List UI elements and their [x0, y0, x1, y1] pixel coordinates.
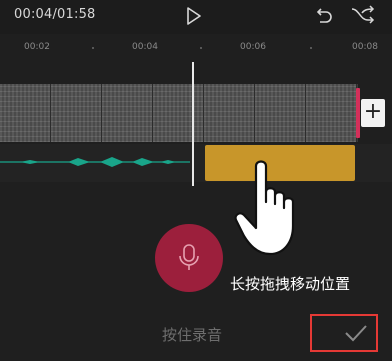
ruler-tick: 00:08	[352, 42, 378, 52]
highlight-box	[310, 314, 378, 352]
ruler-dot	[310, 47, 312, 49]
video-frame-thumbnail	[51, 84, 102, 142]
redo-icon	[351, 5, 375, 24]
audio-waveform	[0, 157, 190, 167]
add-clip-button[interactable]: +	[361, 99, 385, 127]
video-frame-thumbnail	[306, 84, 357, 142]
video-frame-thumbnail	[0, 84, 51, 142]
pointing-hand-icon	[234, 160, 295, 256]
video-frame-thumbnail	[204, 84, 255, 142]
ruler-tick: 00:06	[240, 42, 266, 52]
ruler-tick: 00:02	[24, 42, 50, 52]
undo-icon	[316, 8, 332, 23]
video-strip[interactable]	[0, 84, 358, 142]
ruler-dot	[200, 47, 202, 49]
video-frame-thumbnail	[102, 84, 153, 142]
plus-icon: +	[363, 99, 383, 124]
ruler-tick: 00:04	[132, 42, 158, 52]
video-frame-thumbnail	[255, 84, 306, 142]
drag-hint-text: 长按拖拽移动位置	[230, 275, 351, 293]
strip-end-handle[interactable]	[356, 88, 360, 138]
redo-button[interactable]	[350, 4, 376, 28]
video-frame-thumbnail	[153, 84, 204, 142]
playhead[interactable]	[192, 62, 194, 186]
play-icon	[187, 7, 201, 25]
play-button[interactable]	[184, 6, 204, 26]
microphone-icon	[179, 244, 199, 270]
hold-to-record-label: 按住录音	[162, 326, 223, 344]
timeline-ruler	[0, 34, 392, 60]
undo-button[interactable]	[312, 5, 334, 27]
ruler-dot	[92, 47, 94, 49]
playback-time: 00:04/01:58	[14, 7, 96, 22]
